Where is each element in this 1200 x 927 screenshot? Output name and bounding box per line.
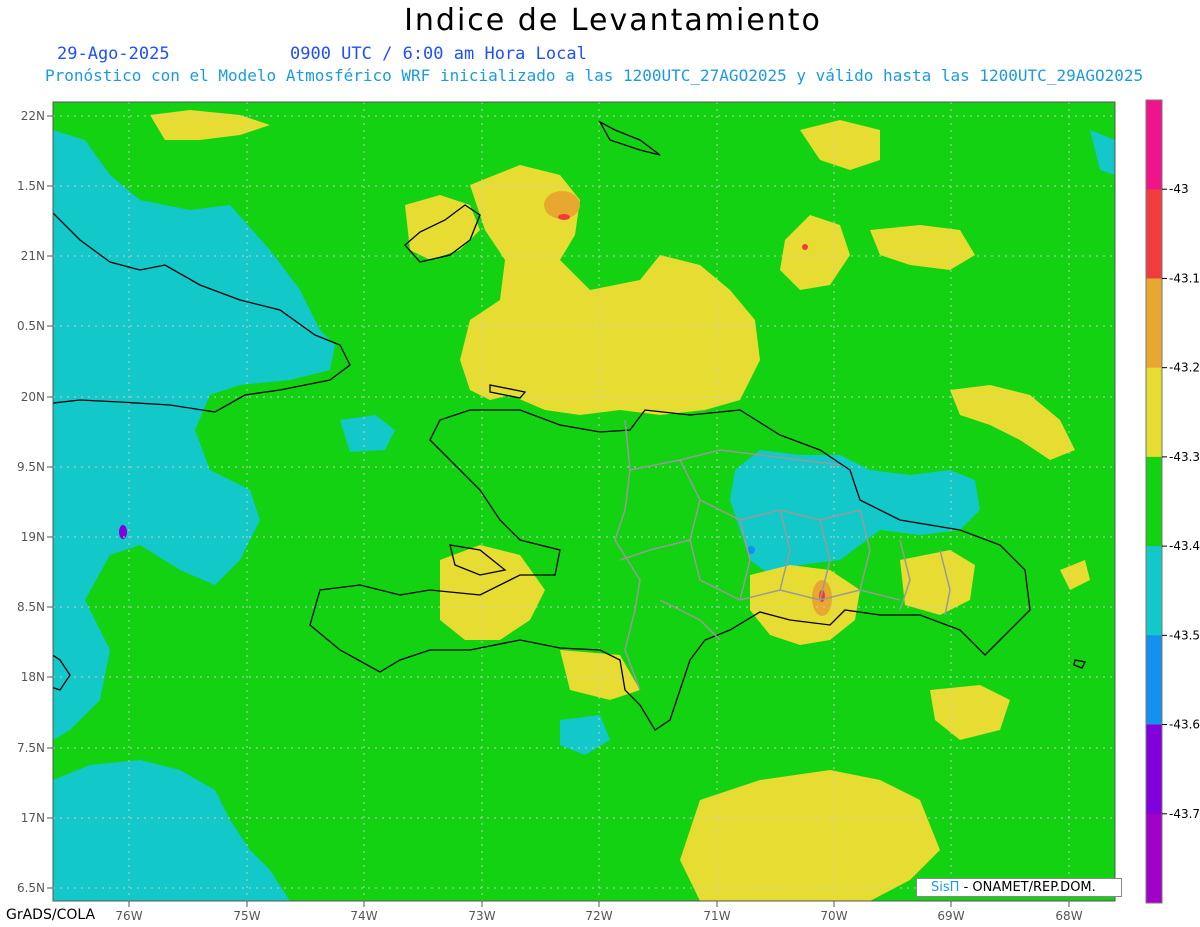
x-ticks — [128, 901, 1070, 907]
red-spot-northeast — [802, 244, 808, 250]
lon-label: 70W — [820, 909, 847, 923]
lon-label: 71W — [703, 909, 730, 923]
grads-credit: GrADS/COLA — [6, 907, 96, 923]
colorbar-label: -43.7 — [1169, 807, 1200, 821]
lon-label: 69W — [937, 909, 964, 923]
lat-label: 19N — [21, 530, 45, 544]
lat-label: 18N — [21, 670, 45, 684]
credit-text: - ONAMET/REP.DOM. — [963, 880, 1096, 895]
lat-label: 0.5N — [17, 319, 45, 333]
y-ticks — [47, 115, 53, 889]
lifted-index-map: 22N 1.5N 21N 0.5N 20N 9.5N 19N 8.5N 18N … — [17, 99, 1200, 923]
colorbar-label: -43.3 — [1169, 450, 1200, 464]
lat-label: 7.5N — [17, 741, 45, 755]
lon-label: 76W — [115, 909, 142, 923]
lon-label: 72W — [585, 909, 612, 923]
colorbar: -43 -43.1 -43.2 -43.3 -43.4 -43.5 -43.6 -43.7 — [1145, 99, 1200, 904]
colorbar-label: -43.1 — [1169, 271, 1200, 285]
colorbar-segment — [1146, 278, 1162, 369]
colorbar-segment — [1146, 367, 1162, 458]
lat-label: 17N — [21, 811, 45, 825]
colorbar-label: -43 — [1169, 182, 1189, 196]
lon-label: 73W — [468, 909, 495, 923]
lon-labels: 76W 75W 74W 73W 72W 71W 70W 69W 68W — [115, 909, 1082, 923]
colorbar-label: -43.2 — [1169, 361, 1200, 375]
onamet-credit: SisΠ - ONAMET/REP.DOM. — [916, 878, 1122, 897]
lat-label: 8.5N — [17, 600, 45, 614]
colorbar-segment — [1146, 546, 1162, 636]
colorbar-label: -43.5 — [1169, 628, 1200, 642]
lon-label: 74W — [350, 909, 377, 923]
colorbar-segment — [1146, 100, 1162, 190]
colorbar-label: -43.4 — [1169, 539, 1200, 553]
lat-label: 1.5N — [17, 179, 45, 193]
sispi-logo: SisΠ — [931, 880, 960, 895]
colorbar-label: -43.6 — [1169, 718, 1200, 732]
lat-label: 22N — [21, 109, 45, 123]
lat-label: 9.5N — [17, 460, 45, 474]
lon-label: 68W — [1055, 909, 1082, 923]
lon-label: 75W — [233, 909, 260, 923]
colorbar-segment — [1146, 724, 1162, 815]
colorbar-segment — [1146, 189, 1162, 279]
colorbar-segment — [1146, 635, 1162, 726]
red-spot-north — [558, 214, 570, 220]
colorbar-segment — [1146, 456, 1162, 547]
colorbar-segment — [1146, 813, 1162, 904]
lat-label: 20N — [21, 390, 45, 404]
lat-labels: 22N 1.5N 21N 0.5N 20N 9.5N 19N 8.5N 18N … — [17, 109, 45, 895]
lat-label: 6.5N — [17, 881, 45, 895]
lat-label: 21N — [21, 249, 45, 263]
